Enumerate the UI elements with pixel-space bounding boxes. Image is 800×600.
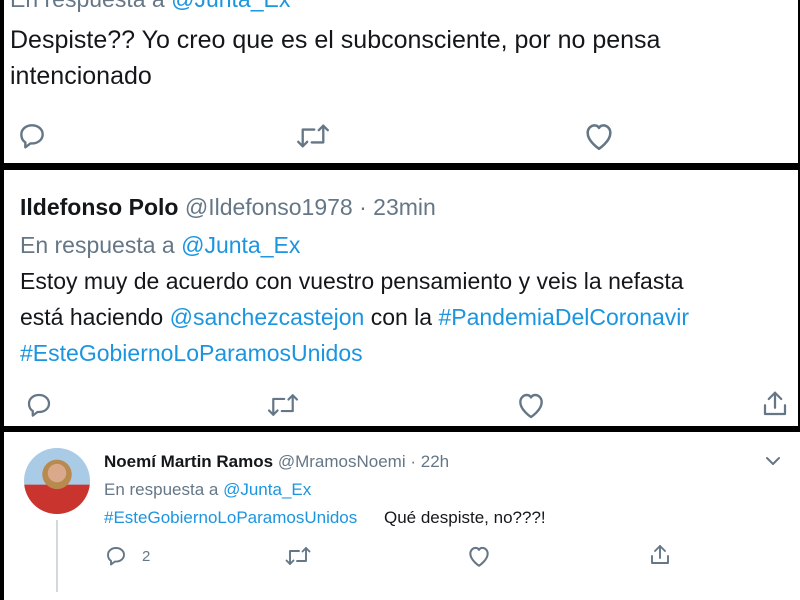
chevron-down-icon[interactable]: [764, 454, 782, 468]
reply-context: En respuesta a @Junta_Ex: [20, 232, 300, 259]
timestamp[interactable]: 23min: [373, 194, 436, 220]
tweet-header: Noemí Martin Ramos @MramosNoemi · 22h: [104, 452, 449, 472]
reply-icon[interactable]: [104, 544, 128, 568]
tweet-text-line: Despiste?? Yo creo que es el subconscien…: [10, 26, 661, 54]
tweet-text-line: #EsteGobiernoLoParamosUnidos Qué despist…: [104, 508, 546, 528]
reply-mention[interactable]: @Junta_Ex: [181, 232, 300, 258]
tweet-text: está haciendo: [20, 304, 170, 330]
hashtag-link[interactable]: #EsteGobiernoLoParamosUnidos: [104, 508, 357, 527]
retweet-icon[interactable]: [295, 120, 331, 152]
hashtag-link[interactable]: #PandemiaDelCoronavir: [438, 304, 689, 330]
tweet-card-2[interactable]: Ildefonso Polo @Ildefonso1978 · 23min En…: [4, 170, 798, 426]
tweet-text: Qué despiste, no???!: [384, 508, 546, 527]
thread-connector: [56, 520, 58, 592]
tweet-header: Ildefonso Polo @Ildefonso1978 · 23min: [20, 194, 436, 221]
tweet-card-1[interactable]: En respuesta a @Junta_Ex Despiste?? Yo c…: [4, 0, 798, 163]
separator: ·: [359, 194, 367, 220]
separator: ·: [410, 452, 417, 471]
retweet-icon[interactable]: [284, 544, 312, 568]
hashtag-link[interactable]: #EsteGobiernoLoParamosUnidos: [20, 340, 363, 367]
tweet-card-3[interactable]: Noemí Martin Ramos @MramosNoemi · 22h En…: [4, 432, 800, 600]
reply-prefix: En respuesta a: [104, 480, 219, 499]
tweet-text-line: está haciendo @sanchezcastejon con la #P…: [20, 304, 689, 331]
mention-link[interactable]: @sanchezcastejon: [170, 304, 365, 330]
share-icon[interactable]: [760, 388, 790, 420]
tweet-text-line: Estoy muy de acuerdo con vuestro pensami…: [20, 268, 684, 294]
like-icon[interactable]: [466, 544, 492, 568]
reply-mention[interactable]: @Junta_Ex: [171, 0, 290, 12]
tweet-text-line: intencionado: [10, 62, 152, 90]
reply-count: 2: [142, 548, 151, 565]
timestamp[interactable]: 22h: [421, 452, 449, 471]
share-icon[interactable]: [648, 542, 672, 568]
reply-icon[interactable]: [24, 390, 54, 420]
author-handle[interactable]: @Ildefonso1978: [185, 194, 353, 220]
avatar[interactable]: [24, 448, 90, 514]
reply-prefix: En respuesta a: [10, 0, 165, 12]
author-name[interactable]: Ildefonso Polo: [20, 194, 178, 220]
retweet-icon[interactable]: [266, 390, 300, 420]
reply-prefix: En respuesta a: [20, 232, 175, 258]
tweet-text: con la: [364, 304, 439, 330]
author-handle[interactable]: @MramosNoemi: [278, 452, 406, 471]
like-icon[interactable]: [515, 390, 547, 420]
reply-mention[interactable]: @Junta_Ex: [223, 480, 311, 499]
author-name[interactable]: Noemí Martin Ramos: [104, 452, 273, 471]
reply-context: En respuesta a @Junta_Ex: [104, 480, 311, 500]
like-icon[interactable]: [582, 120, 616, 152]
reply-icon[interactable]: [16, 120, 48, 152]
reply-context: En respuesta a @Junta_Ex: [10, 0, 290, 13]
